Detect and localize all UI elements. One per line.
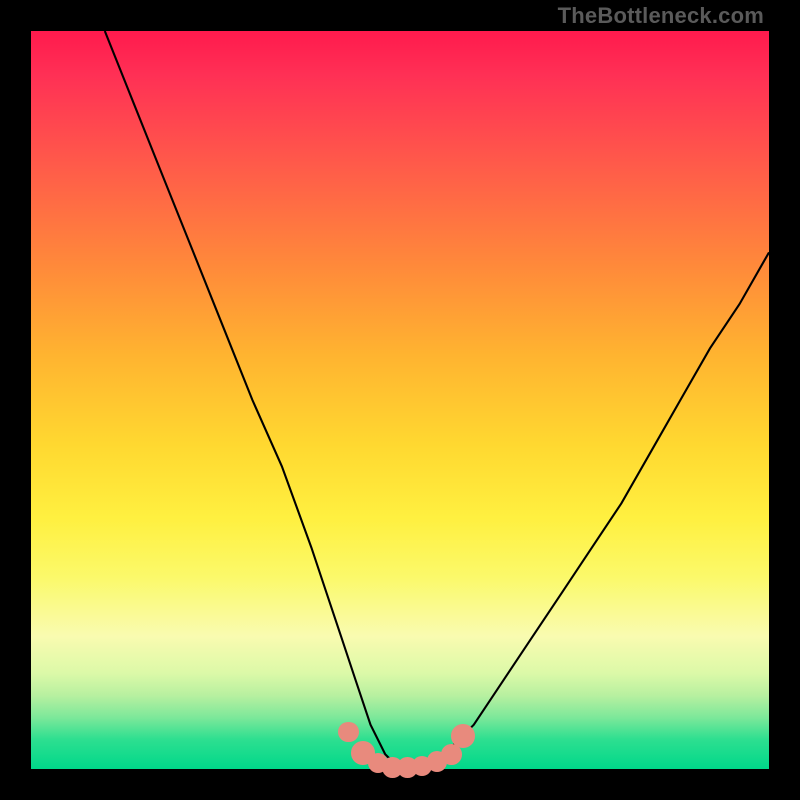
- marker-dot: [451, 724, 475, 748]
- watermark-text: TheBottleneck.com: [558, 3, 764, 29]
- bottleneck-curve: [31, 31, 769, 769]
- marker-dot: [338, 722, 359, 743]
- chart-area: [31, 31, 769, 769]
- curve-path: [105, 31, 769, 769]
